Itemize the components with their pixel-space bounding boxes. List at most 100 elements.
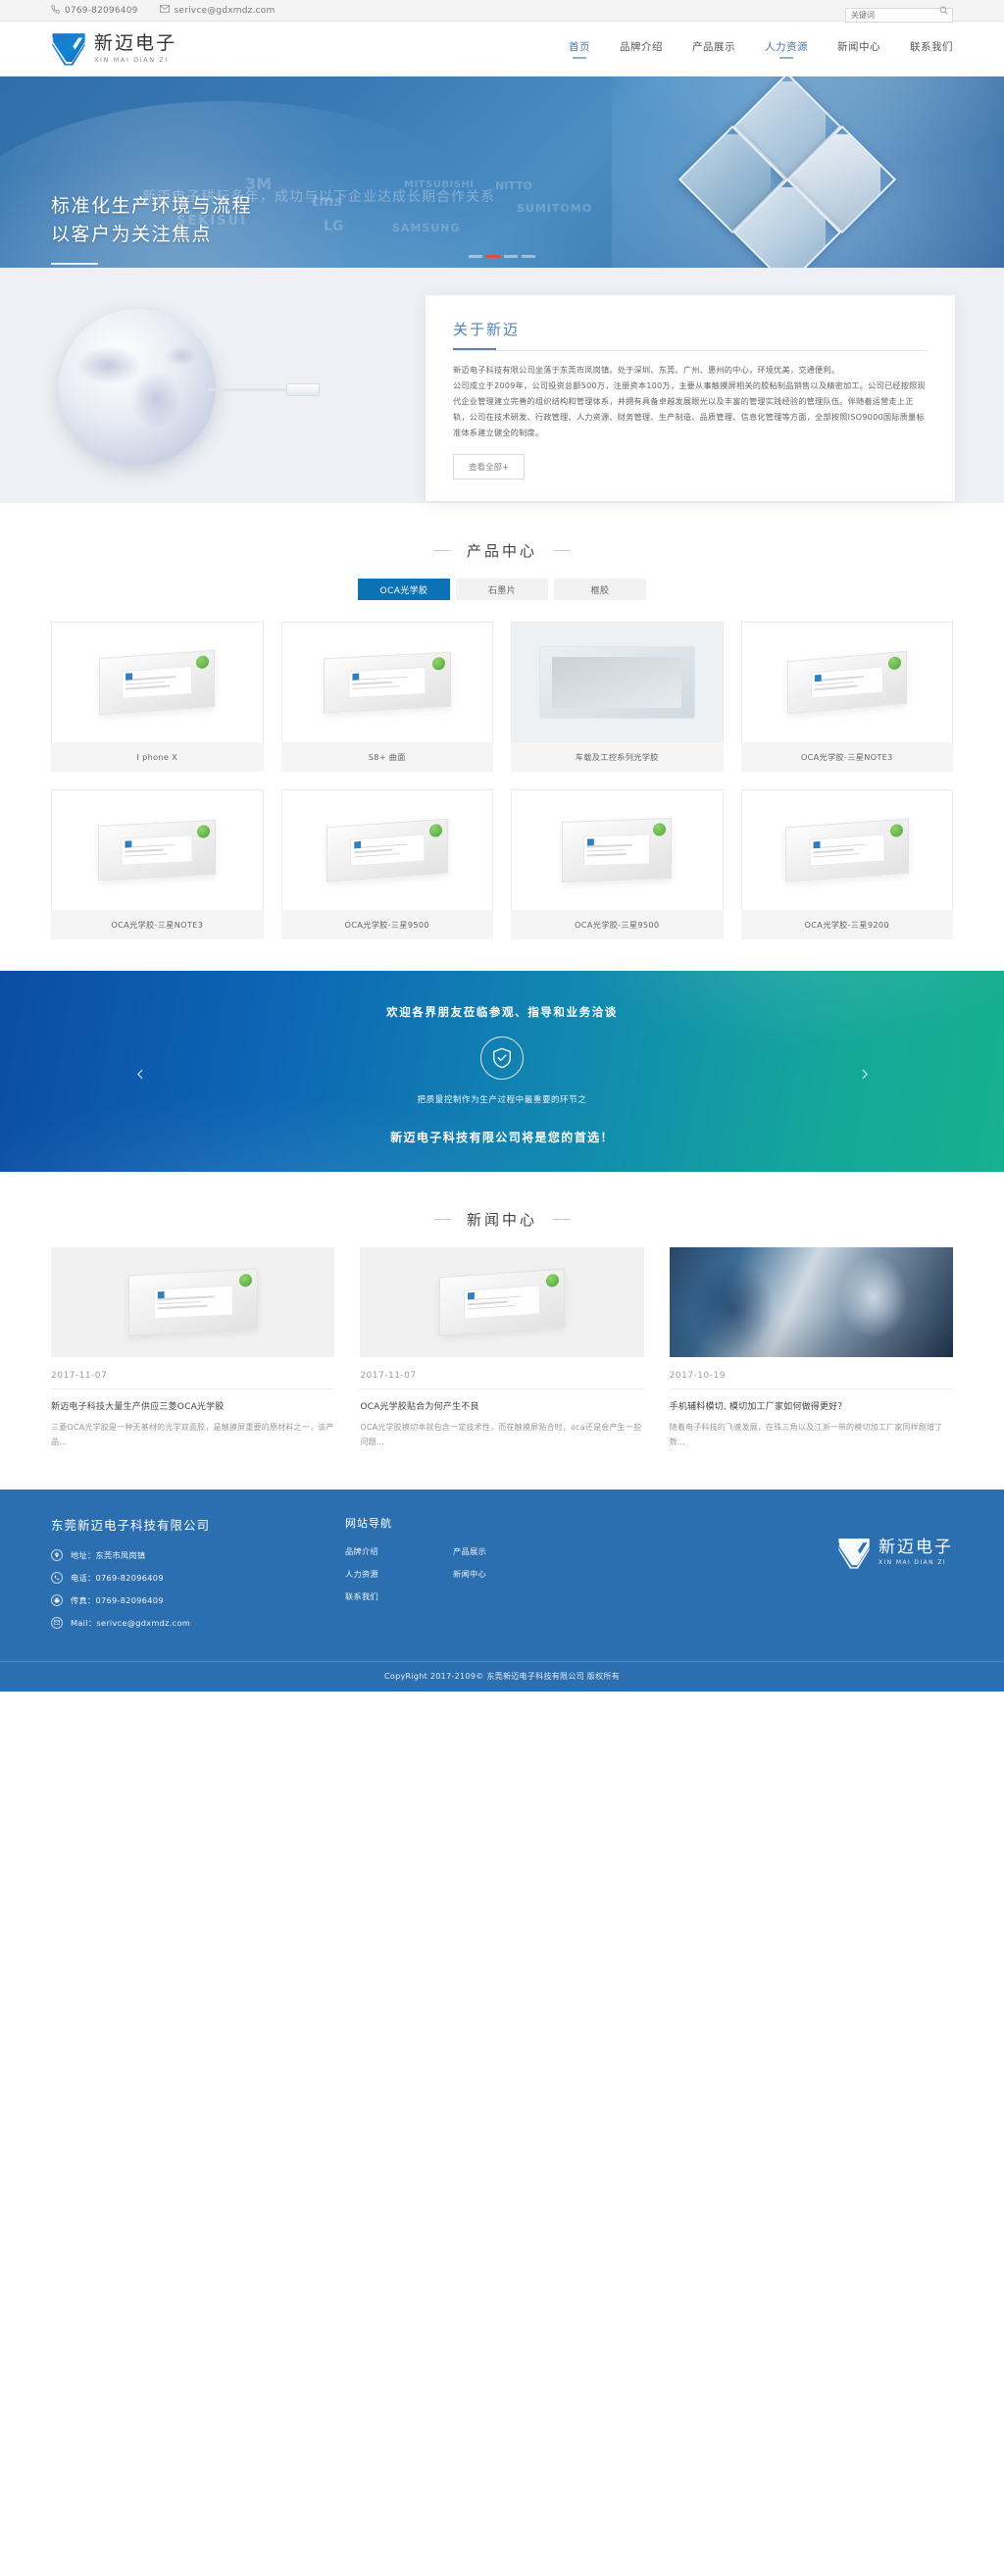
news-section: 新闻中心 2017-11-07 新迈电子科技大量生产供应三菱OCA光学胶 三菱O…: [0, 1172, 1004, 1490]
news-section-title: 新闻中心: [466, 1211, 537, 1229]
product-card[interactable]: OCA光学胶-三星9500: [280, 789, 493, 939]
slogan-band: 欢迎各界朋友莅临参观、指导和业务洽谈 把质量控制作为生产过程中最重要的环节之 新…: [0, 971, 1004, 1172]
product-card[interactable]: OCA光学胶-三星NOTE3: [740, 622, 953, 772]
nav-item-products[interactable]: 产品展示: [692, 39, 735, 59]
footer-logo: 新迈电子 XIN MAI DIAN ZI: [837, 1515, 953, 1570]
product-thumb: [740, 789, 953, 910]
nav-item-news[interactable]: 新闻中心: [837, 39, 880, 59]
band-prev-button[interactable]: [129, 1065, 151, 1086]
product-card[interactable]: 车载及工控系列光学胶: [511, 622, 724, 772]
banner-headline-1: 标准化生产环境与流程: [51, 195, 253, 217]
search-box[interactable]: [845, 3, 953, 23]
footer-mail-text: Mail：serivce@gdxmdz.com: [71, 1617, 191, 1628]
fax-icon: [51, 1593, 63, 1606]
topbar-phone: 0769-82096409: [51, 4, 138, 17]
cable-graphic: [208, 383, 326, 397]
banner-slide-dots[interactable]: [0, 255, 1004, 258]
news-date: 2017-11-07: [51, 1371, 108, 1381]
banner-dot-2[interactable]: [486, 255, 500, 258]
nav-item-hr[interactable]: 人力资源: [765, 39, 808, 59]
about-view-all-button[interactable]: 查看全部+: [453, 453, 526, 480]
news-card[interactable]: 2017-10-19 手机辅料模切, 模切加工厂家如何做得更好？ 随着电子科技的…: [669, 1247, 953, 1450]
topbar: 0769-82096409 serivce@gdxmdz.com: [0, 0, 1004, 23]
product-image-bag: [538, 646, 695, 719]
title-bar-right: [553, 1219, 571, 1220]
product-card[interactable]: S8+ 曲面: [280, 622, 493, 772]
product-card[interactable]: I phone X: [51, 622, 264, 772]
banner-dot-4[interactable]: [522, 255, 535, 258]
news-title[interactable]: 新迈电子科技大量生产供应三菱OCA光学胶: [51, 1399, 334, 1412]
topbar-email: serivce@gdxmdz.com: [159, 5, 276, 16]
news-title[interactable]: OCA光学胶贴合为何产生不良: [360, 1399, 643, 1412]
footer-link-contact[interactable]: 联系我们: [345, 1591, 453, 1602]
tab-oca[interactable]: OCA光学胶: [358, 579, 450, 600]
product-thumb: [511, 789, 724, 910]
news-title-wrap: 新闻中心: [0, 1172, 1004, 1247]
news-desc: 三菱OCA光学胶是一种无基材的光学双面胶，是触摸屏重要的原材料之一，该产品...: [51, 1423, 334, 1446]
news-image-photo: [669, 1247, 953, 1357]
footer-company-col: 东莞新迈电子科技有限公司 地址：东莞市凤岗镇 电话：0769-82096409: [51, 1515, 335, 1640]
footer-link-products[interactable]: 产品展示: [453, 1545, 561, 1557]
product-image-block: [98, 819, 217, 882]
product-thumb: [280, 622, 493, 742]
nav-item-home[interactable]: 首页: [569, 39, 590, 59]
news-thumb: [669, 1247, 953, 1357]
product-tabs: OCA光学胶 石墨片 框胶: [0, 579, 1004, 600]
logo-title-cn: 新迈电子: [94, 32, 177, 54]
footer-link-news[interactable]: 新闻中心: [453, 1568, 561, 1580]
footer-logo-cn: 新迈电子: [878, 1538, 953, 1558]
shield-check-icon: [480, 1036, 524, 1080]
nav-item-brand[interactable]: 品牌介绍: [620, 39, 663, 59]
banner-rule: [51, 262, 98, 265]
footer-link-hr[interactable]: 人力资源: [345, 1568, 453, 1580]
band-next-button[interactable]: [853, 1065, 875, 1086]
tab-graphite[interactable]: 石墨片: [456, 579, 548, 600]
site-header: 新迈电子 XIN MAI DIAN ZI 首页 品牌介绍 产品展示 人力资源 新…: [0, 22, 1004, 76]
news-card[interactable]: 2017-11-07 新迈电子科技大量生产供应三菱OCA光学胶 三菱OCA光学胶…: [51, 1247, 335, 1450]
title-bar-left: [432, 1219, 451, 1220]
product-image-block: [562, 818, 673, 883]
search-button[interactable]: [937, 4, 950, 17]
product-image-block: [99, 649, 216, 716]
footer-address-row: 地址：东莞市凤岗镇: [51, 1548, 335, 1561]
product-thumb: [51, 789, 264, 910]
product-thumb: [740, 622, 953, 742]
product-card[interactable]: OCA光学胶-三星9500: [511, 789, 724, 939]
news-title[interactable]: 手机辅料模切, 模切加工厂家如何做得更好？: [670, 1399, 953, 1412]
product-grid: I phone X S8+ 曲面 车载及工控系列光学胶 OCA光学胶-三星NOT…: [51, 622, 953, 939]
nav-item-contact[interactable]: 联系我们: [910, 39, 953, 59]
tab-frame-glue[interactable]: 框胶: [554, 579, 646, 600]
footer-links: 品牌介绍 产品展示 人力资源 新闻中心 联系我们: [345, 1545, 561, 1602]
product-image-block: [784, 818, 909, 883]
products-section-title: 产品中心: [466, 542, 537, 560]
mail-icon: [159, 5, 175, 16]
footer-phone-row: 电话：0769-82096409: [51, 1571, 335, 1584]
product-name: OCA光学胶-三星NOTE3: [740, 742, 953, 772]
footer-mail-row: Mail：serivce@gdxmdz.com: [51, 1616, 335, 1629]
about-paragraph-1: 新迈电子科技有限公司坐落于东莞市凤岗镇。处于深圳、东莞、广州、惠州的中心，环境优…: [453, 365, 840, 375]
topbar-phone-text: 0769-82096409: [65, 5, 138, 16]
about-illustration: [0, 268, 412, 503]
about-title: 关于新迈: [453, 319, 928, 350]
footer-logo-mark-icon: [837, 1537, 871, 1570]
band-cta-text: 新迈电子科技有限公司将是您的首选！: [390, 1131, 614, 1144]
mail-icon: [51, 1616, 63, 1629]
news-desc: OCA光学胶模切本就包含一定技术性，而在触摸屏贴合时，oca还是会产生一些问题.…: [360, 1423, 642, 1446]
footer-address-text: 地址：东莞市凤岗镇: [71, 1549, 146, 1560]
location-icon: [51, 1548, 63, 1561]
product-image-block: [786, 650, 907, 715]
site-footer: 东莞新迈电子科技有限公司 地址：东莞市凤岗镇 电话：0769-82096409: [0, 1489, 1004, 1692]
globe-graphic: [59, 309, 216, 466]
product-name: OCA光学胶-三星9500: [511, 910, 724, 939]
news-card[interactable]: 2017-11-07 OCA光学胶贴合为何产生不良 OCA光学胶模切本就包含一定…: [360, 1247, 644, 1450]
product-card[interactable]: OCA光学胶-三星9200: [740, 789, 953, 939]
product-card[interactable]: OCA光学胶-三星NOTE3: [51, 789, 264, 939]
banner-dot-3[interactable]: [504, 255, 518, 258]
products-section: 产品中心 OCA光学胶 石墨片 框胶 I phone X S8+ 曲面 车载及工…: [0, 503, 1004, 971]
footer-nav-col: 网站导航 品牌介绍 产品展示 人力资源 新闻中心 联系我们: [345, 1515, 669, 1602]
site-logo[interactable]: 新迈电子 XIN MAI DIAN ZI: [51, 31, 176, 67]
title-bar-left: [432, 550, 451, 551]
footer-link-brand[interactable]: 品牌介绍: [345, 1545, 453, 1557]
product-thumb: [51, 622, 264, 742]
banner-dot-1[interactable]: [469, 255, 482, 258]
